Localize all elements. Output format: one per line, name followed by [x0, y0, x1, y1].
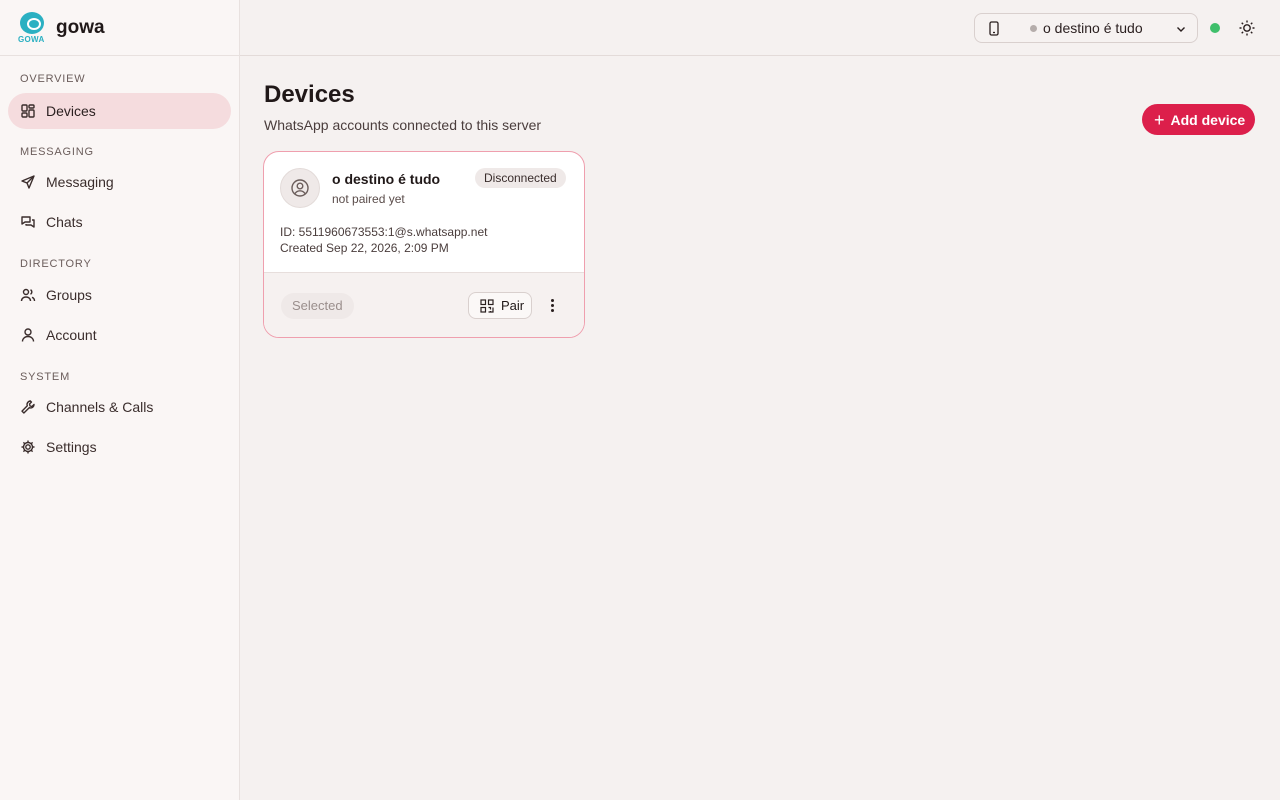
- more-options-icon[interactable]: [544, 296, 560, 314]
- wrench-icon: [20, 399, 36, 415]
- selected-badge: Selected: [281, 293, 354, 319]
- dashboard-icon: [20, 103, 36, 119]
- device-selector[interactable]: o destino é tudo: [974, 13, 1198, 43]
- brand[interactable]: GOWA gowa: [0, 0, 239, 56]
- user-icon: [20, 327, 36, 343]
- pair-button[interactable]: Pair: [468, 292, 532, 319]
- sidebar-item-label: Devices: [46, 103, 96, 119]
- sidebar-item-settings[interactable]: Settings: [8, 429, 231, 465]
- plus-icon: +: [1154, 109, 1165, 130]
- device-created: Created Sep 22, 2026, 2:09 PM: [280, 241, 449, 255]
- device-name: o destino é tudo: [332, 171, 441, 187]
- sidebar-item-label: Settings: [46, 439, 97, 455]
- section-messaging: MESSAGING: [20, 146, 94, 158]
- chats-icon: [20, 214, 36, 230]
- device-card[interactable]: o destino é tudo not paired yet Disconne…: [263, 151, 585, 338]
- page-title: Devices: [264, 81, 355, 108]
- gowa-logo: GOWA: [18, 11, 46, 44]
- sun-icon[interactable]: [1238, 19, 1256, 37]
- add-device-label: Add device: [1170, 111, 1246, 128]
- send-icon: [20, 174, 36, 190]
- sidebar-item-devices[interactable]: Devices: [8, 93, 231, 129]
- connection-status-dot: [1210, 23, 1220, 33]
- add-device-button[interactable]: + Add device: [1142, 104, 1255, 135]
- device-selector-value: o destino é tudo: [1043, 20, 1143, 36]
- sidebar-item-messaging[interactable]: Messaging: [8, 164, 231, 200]
- section-system: SYSTEM: [20, 371, 71, 383]
- sidebar-item-account[interactable]: Account: [8, 317, 231, 353]
- sidebar-item-label: Channels & Calls: [46, 399, 154, 415]
- device-pair-status: not paired yet: [332, 192, 405, 206]
- status-badge: Disconnected: [475, 168, 566, 188]
- pair-label: Pair: [501, 298, 525, 313]
- section-overview: OVERVIEW: [20, 73, 86, 85]
- gear-icon: [20, 439, 36, 455]
- page-subtitle: WhatsApp accounts connected to this serv…: [264, 117, 542, 133]
- app-name: gowa: [56, 16, 105, 38]
- sidebar-item-label: Chats: [46, 214, 83, 230]
- sidebar-item-label: Messaging: [46, 174, 114, 190]
- sidebar: GOWA gowa OVERVIEW Devices MESSAGING Mes…: [0, 0, 240, 800]
- users-icon: [20, 287, 36, 303]
- sidebar-item-channels-calls[interactable]: Channels & Calls: [8, 389, 231, 425]
- top-bar: o destino é tudo: [240, 0, 1280, 56]
- chevron-down-icon: [1175, 22, 1187, 38]
- device-id: ID: 5511960673553:1@s.whatsapp.net: [280, 225, 488, 239]
- phone-icon: [989, 21, 999, 39]
- device-status-dot: [1030, 25, 1037, 32]
- sidebar-item-chats[interactable]: Chats: [8, 204, 231, 240]
- sidebar-item-label: Groups: [46, 287, 92, 303]
- qr-code-icon: [480, 298, 494, 313]
- avatar: [280, 168, 320, 208]
- sidebar-item-groups[interactable]: Groups: [8, 277, 231, 313]
- sidebar-item-label: Account: [46, 327, 97, 343]
- section-directory: DIRECTORY: [20, 258, 92, 270]
